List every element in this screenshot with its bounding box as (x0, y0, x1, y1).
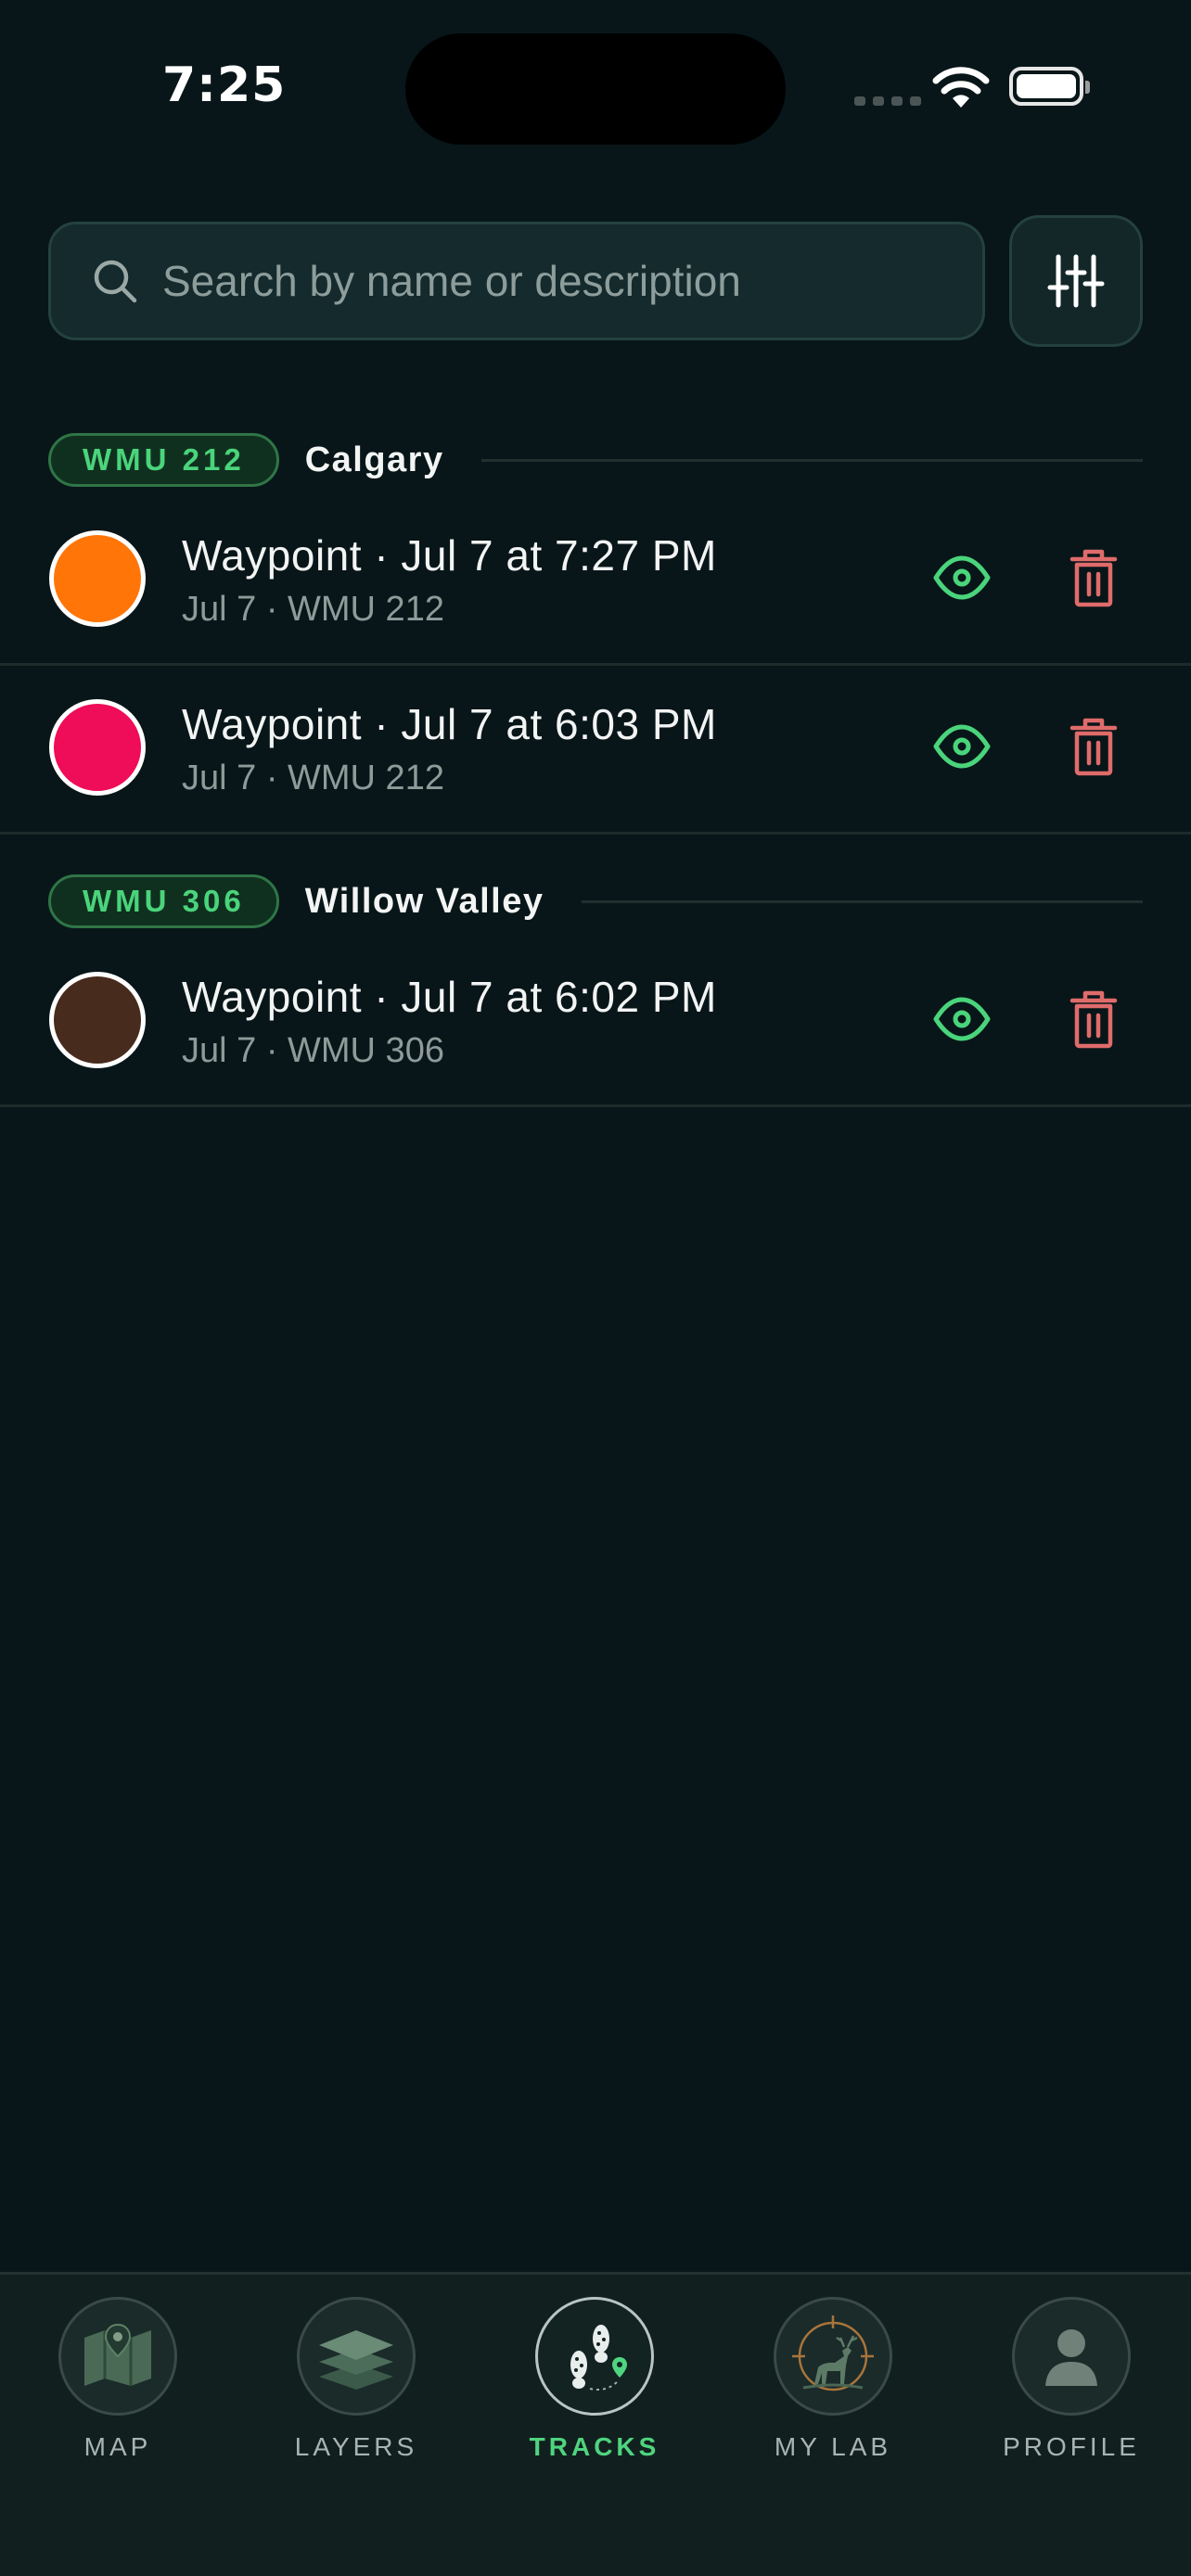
tab-label: LAYERS (294, 2432, 418, 2461)
waypoint-color-dot (49, 699, 146, 796)
waypoint-subtitle: Jul 7 · WMU 212 (182, 759, 444, 797)
section-header: WMU 212 Calgary (48, 432, 1143, 488)
trash-icon[interactable] (1069, 717, 1119, 776)
sliders-icon (1047, 254, 1105, 308)
status-time: 7:25 (162, 57, 287, 113)
tab-tracks[interactable]: TRACKS (502, 2297, 687, 2462)
eye-icon[interactable] (932, 989, 992, 1049)
tab-label: MAP (83, 2432, 152, 2461)
waypoint-title: Waypoint · Jul 7 at 6:02 PM (182, 973, 717, 1021)
eye-icon[interactable] (932, 717, 992, 776)
tab-layers[interactable]: LAYERS (263, 2297, 449, 2462)
search-input[interactable] (162, 256, 982, 306)
tracks-screen: 7:25 WMU 212 Calgary Waypoint · Jul 7 (0, 0, 1191, 2576)
trash-icon[interactable] (1069, 548, 1119, 607)
waypoint-color-dot (49, 972, 146, 1068)
footprints-icon (535, 2297, 654, 2416)
tab-map[interactable]: MAP (25, 2297, 211, 2462)
tab-label: TRACKS (529, 2432, 660, 2461)
search-bar[interactable] (48, 222, 985, 340)
section-place: Willow Valley (304, 881, 544, 921)
wmu-badge: WMU 212 (48, 433, 279, 487)
section-divider (581, 899, 1143, 903)
section-header: WMU 306 Willow Valley (48, 874, 1143, 929)
tab-label: MY LAB (774, 2432, 892, 2461)
profile-icon (1012, 2297, 1131, 2416)
battery-icon (1009, 67, 1090, 106)
search-icon (94, 260, 137, 303)
layers-icon (297, 2297, 416, 2416)
waypoint-color-dot (49, 530, 146, 627)
wmu-badge: WMU 306 (48, 874, 279, 928)
filter-button[interactable] (1009, 215, 1143, 347)
tab-my-lab[interactable]: MY LAB (740, 2297, 926, 2462)
tab-profile[interactable]: PROFILE (979, 2297, 1164, 2462)
deer-crosshair-icon (774, 2297, 892, 2416)
tab-bar: MAP LAYERS TRACKS MY LAB PROFILE (0, 2272, 1191, 2576)
waypoint-title: Waypoint · Jul 7 at 7:27 PM (182, 531, 717, 580)
section-divider (480, 458, 1143, 462)
waypoint-row[interactable]: Waypoint · Jul 7 at 6:03 PM Jul 7 · WMU … (0, 666, 1191, 835)
tab-label: PROFILE (1003, 2432, 1140, 2461)
dynamic-island (405, 33, 786, 145)
eye-icon[interactable] (932, 548, 992, 607)
map-icon (58, 2297, 177, 2416)
waypoint-subtitle: Jul 7 · WMU 306 (182, 1031, 444, 1070)
section-place: Calgary (304, 440, 444, 479)
cellular-signal-icon (854, 96, 921, 106)
waypoint-subtitle: Jul 7 · WMU 212 (182, 590, 444, 629)
waypoint-row[interactable]: Waypoint · Jul 7 at 7:27 PM Jul 7 · WMU … (0, 497, 1191, 666)
wifi-icon (932, 67, 990, 108)
waypoint-title: Waypoint · Jul 7 at 6:03 PM (182, 700, 717, 748)
trash-icon[interactable] (1069, 989, 1119, 1049)
waypoint-row[interactable]: Waypoint · Jul 7 at 6:02 PM Jul 7 · WMU … (0, 938, 1191, 1107)
